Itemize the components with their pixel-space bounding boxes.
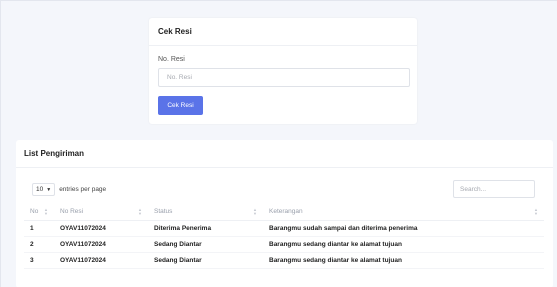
list-title: List Pengiriman	[16, 140, 553, 168]
resi-field-label: No. Resi	[158, 56, 185, 63]
cell-resi: OYAV11072024	[54, 236, 148, 253]
cell-no: 1	[24, 220, 54, 237]
column-label: No Resi	[60, 208, 84, 216]
entries-control: 10 ▼ entries per page	[32, 183, 106, 196]
cell-status: Diterima Penerima	[148, 220, 263, 237]
cell-no: 3	[24, 252, 54, 269]
cek-resi-button[interactable]: Cek Resi	[158, 96, 203, 115]
column-label: Status	[154, 208, 173, 216]
column-header-no-resi[interactable]: No Resi ▲ ▼	[54, 204, 148, 221]
sort-icon: ▲ ▼	[253, 207, 257, 216]
sort-icon: ▲ ▼	[534, 207, 538, 216]
column-header-no[interactable]: No ▲ ▼	[24, 204, 54, 221]
cell-resi: OYAV11072024	[54, 220, 148, 237]
search-input[interactable]	[453, 180, 535, 198]
column-header-keterangan[interactable]: Keterangan ▲ ▼	[263, 204, 544, 221]
shipment-table: No ▲ ▼ No Resi ▲ ▼ Status ▲ ▼ Keterangan ▲ ▼	[24, 204, 544, 269]
column-label: No	[30, 208, 39, 216]
cell-status: Sedang Diantar	[148, 236, 263, 253]
entries-label: entries per page	[59, 186, 107, 193]
table-row: 3 OYAV11072024 Sedang Diantar Barangmu s…	[24, 252, 544, 269]
cek-resi-body: No. Resi Cek Resi	[149, 46, 417, 115]
cek-resi-card: Cek Resi No. Resi Cek Resi	[149, 18, 417, 124]
chevron-down-icon: ▼	[46, 186, 52, 193]
cell-keterangan: Barangmu sedang diantar ke alamat tujuan	[263, 252, 544, 269]
cell-resi: OYAV11072024	[54, 252, 148, 269]
table-row: 1 OYAV11072024 Diterima Penerima Barangm…	[24, 220, 544, 237]
sort-icon: ▲ ▼	[138, 207, 142, 216]
list-pengiriman-card: List Pengiriman 10 ▼ entries per page No…	[16, 140, 553, 287]
column-label: Keterangan	[269, 208, 303, 216]
cell-keterangan: Barangmu sudah sampai dan diterima pener…	[263, 220, 544, 237]
column-header-status[interactable]: Status ▲ ▼	[148, 204, 263, 221]
cell-keterangan: Barangmu sedang diantar ke alamat tujuan	[263, 236, 544, 253]
sort-icon: ▲ ▼	[44, 207, 48, 216]
entries-select[interactable]: 10 ▼	[32, 183, 56, 196]
table-header-row: No ▲ ▼ No Resi ▲ ▼ Status ▲ ▼ Keterangan ▲ ▼	[24, 204, 544, 221]
cell-status: Sedang Diantar	[148, 252, 263, 269]
entries-value: 10	[36, 186, 44, 193]
cell-no: 2	[24, 236, 54, 253]
table-controls: 10 ▼ entries per page	[16, 168, 553, 206]
resi-input[interactable]	[158, 68, 410, 87]
page-frame: Cek Resi No. Resi Cek Resi List Pengirim…	[0, 0, 557, 287]
table-row: 2 OYAV11072024 Sedang Diantar Barangmu s…	[24, 236, 544, 253]
cek-resi-title: Cek Resi	[149, 18, 417, 46]
